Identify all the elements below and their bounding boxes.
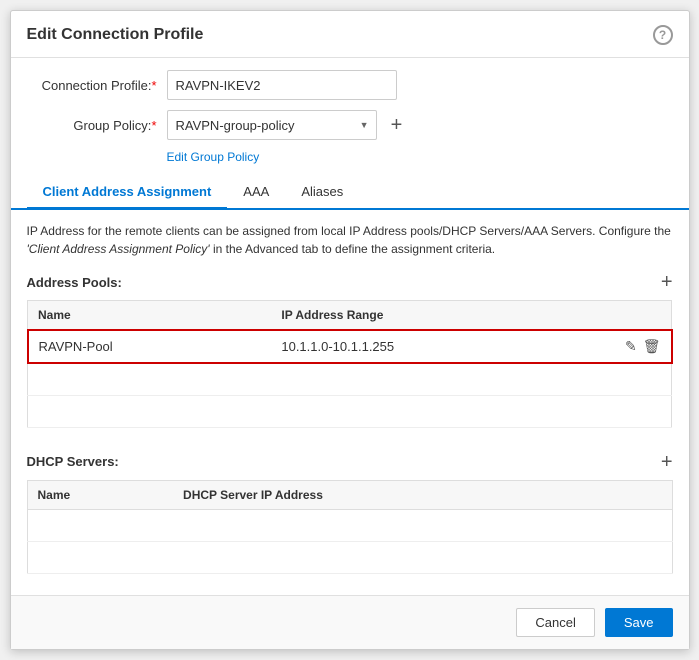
tab-client-address[interactable]: Client Address Assignment [27,176,228,210]
dhcp-servers-title: DHCP Servers: [27,454,119,469]
empty-row-1 [28,363,672,395]
group-policy-select[interactable]: RAVPN-group-policy [167,110,377,140]
form-section: Connection Profile:* Group Policy:* RAVP… [11,58,689,172]
col-actions [612,301,672,331]
save-button[interactable]: Save [605,608,673,637]
modal-footer: Cancel Save [11,595,689,649]
tabs: Client Address Assignment AAA Aliases [11,176,689,210]
empty-row-2 [28,395,672,427]
edit-policy-link[interactable]: Edit Group Policy [167,150,673,164]
group-policy-row: Group Policy:* RAVPN-group-policy + [27,110,673,140]
help-icon[interactable]: ? [653,25,673,45]
address-pools-title: Address Pools: [27,275,122,290]
col-name: Name [28,301,272,331]
connection-profile-input[interactable] [167,70,397,100]
connection-profile-row: Connection Profile:* [27,70,673,100]
dhcp-header-row: Name DHCP Server IP Address [27,480,672,509]
cancel-button[interactable]: Cancel [516,608,594,637]
group-policy-select-wrapper: RAVPN-group-policy + [167,110,409,140]
pool-row-actions: ✎ 🗑 [622,338,661,355]
address-pools-section-header: Address Pools: + [27,272,673,292]
info-text: IP Address for the remote clients can be… [27,222,673,258]
dhcp-empty-row-2 [27,541,672,573]
pool-ip-range-cell: 10.1.1.0-10.1.1.255 [271,330,611,363]
add-dhcp-server-button[interactable]: + [661,452,673,472]
group-policy-label: Group Policy:* [27,118,167,133]
modal-title: Edit Connection Profile [27,26,204,44]
add-address-pool-button[interactable]: + [661,272,673,292]
pool-actions-cell: ✎ 🗑 [612,330,672,363]
delete-pool-icon[interactable]: 🗑 [643,338,661,355]
address-pools-header-row: Name IP Address Range [28,301,672,331]
content-area: IP Address for the remote clients can be… [11,210,689,595]
dhcp-servers-table: Name DHCP Server IP Address [27,480,673,574]
address-pool-row: RAVPN-Pool 10.1.1.0-10.1.1.255 ✎ 🗑 [28,330,672,363]
tab-aaa[interactable]: AAA [227,176,285,210]
dhcp-col-name: Name [27,480,173,509]
pool-name-cell: RAVPN-Pool [28,330,272,363]
dhcp-col-ip: DHCP Server IP Address [173,480,612,509]
dhcp-servers-section-header: DHCP Servers: + [27,452,673,472]
dhcp-col-actions [612,480,672,509]
modal-header: Edit Connection Profile ? [11,11,689,58]
address-pools-table: Name IP Address Range RAVPN-Pool 10.1.1.… [27,300,673,428]
col-ip-range: IP Address Range [271,301,611,331]
edit-connection-profile-modal: Edit Connection Profile ? Connection Pro… [10,10,690,650]
connection-profile-label: Connection Profile:* [27,78,167,93]
add-group-policy-button[interactable]: + [385,113,409,137]
edit-pool-icon[interactable]: ✎ [625,338,637,355]
tab-aliases[interactable]: Aliases [285,176,359,210]
dhcp-empty-row-1 [27,509,672,541]
